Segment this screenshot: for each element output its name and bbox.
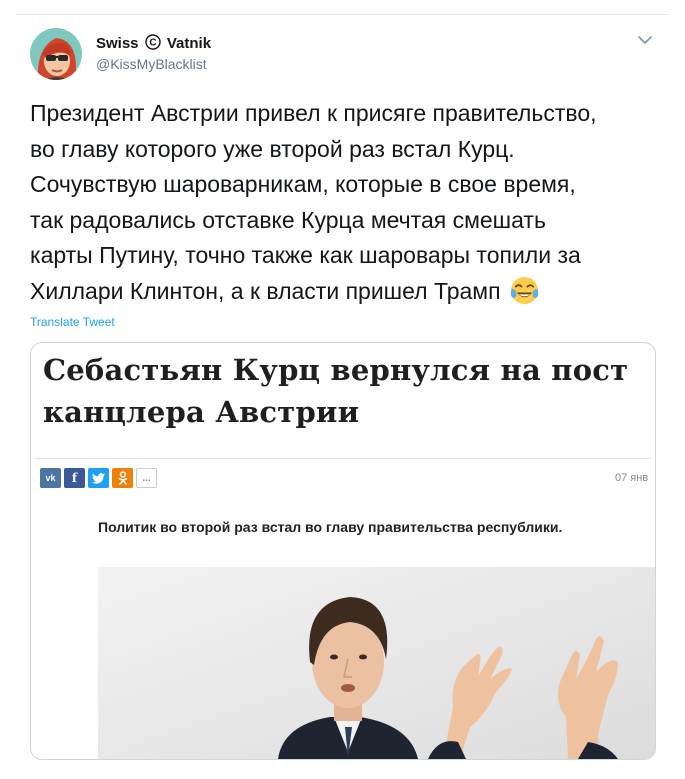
author-name-first: Swiss [96,35,139,52]
twitter-share-button[interactable] [88,468,109,488]
tweet-text-line: Хиллари Клинтон, а к власти пришел Трамп [30,277,501,304]
avatar-illustration [30,28,82,80]
facebook-share-button[interactable]: f [64,468,85,488]
odnoklassniki-share-button[interactable] [112,468,133,488]
link-card[interactable]: Себастьян Курц вернулся на пост канцлера… [30,342,656,760]
vk-share-button[interactable]: vk [40,468,61,488]
tweet-text-line: карты Путину, точно также как шаровары т… [30,242,581,269]
author-name[interactable]: Swiss C Vatnik [96,34,211,52]
chevron-down-icon[interactable] [636,33,654,47]
card-subtitle: Политик во второй раз встал во главу пра… [98,519,563,535]
avatar[interactable] [30,28,82,80]
card-headline: Себастьян Курц вернулся на пост канцлера… [43,349,643,433]
copyright-icon: C [145,34,161,50]
more-share-button[interactable]: ... [136,468,157,488]
card-divider [35,458,651,459]
translate-tweet-link[interactable]: Translate Tweet [30,315,115,329]
tweet-text-line: Президент Австрии привел к присяге прави… [30,100,597,126]
twitter-bird-icon [92,472,105,484]
article-photo [98,567,655,759]
top-divider [16,14,669,15]
share-buttons: vk f ... [40,468,157,488]
odnoklassniki-icon [118,471,127,485]
card-headline-line: канцлера Австрии [43,395,360,429]
author-name-last: Vatnik [166,35,212,52]
card-headline-line: Себастьян Курц вернулся на пост [43,353,629,387]
tweet-text-line-last: Хиллари Клинтон, а к власти пришел Трамп [30,274,670,310]
copyright-letter: C [149,38,156,49]
tweet-text: Президент Австрии привел к присяге прави… [30,96,670,310]
tweet-text-line: Сочувствую шароварникам, которые в свое … [30,171,576,198]
article-date: 07 янв [615,472,649,484]
tweet-text-line: так радовались отставке Курца мечтая сме… [30,206,546,233]
tweet-text-line: во главу которого уже второй раз встал К… [30,135,515,162]
author-handle[interactable]: @KissMyBlacklist [96,56,207,72]
face-with-tears-of-joy-icon [510,276,538,305]
